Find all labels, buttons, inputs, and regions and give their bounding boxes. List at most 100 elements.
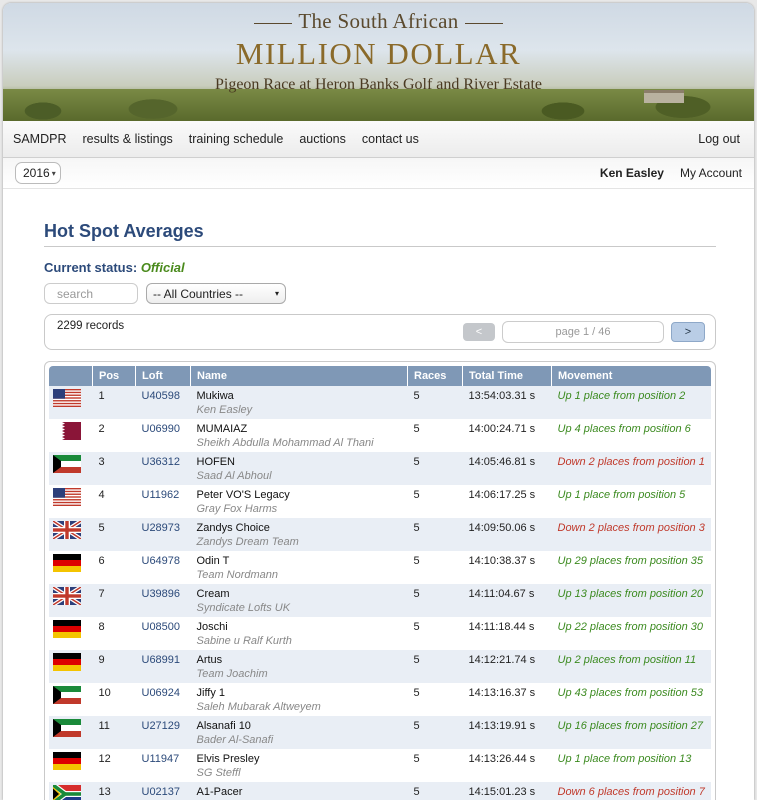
races-cell: 5	[413, 423, 420, 435]
logo-line-3: Pigeon Race at Heron Banks Golf and Rive…	[214, 76, 543, 93]
position-cell: 13	[98, 786, 111, 798]
search-input[interactable]: search	[44, 283, 138, 304]
loft-link[interactable]: U64978	[136, 551, 191, 584]
total-time-cell: 14:13:16.37 s	[468, 687, 536, 699]
user-name: Ken Easley	[599, 166, 664, 180]
pigeon-name[interactable]: Odin T	[197, 555, 407, 567]
loft-link[interactable]: U36312	[136, 452, 191, 485]
nav-auctions[interactable]: auctions	[299, 132, 346, 146]
total-time-cell: 14:11:04.67 s	[468, 588, 535, 600]
position-cell: 1	[98, 390, 105, 402]
position-cell: 6	[98, 555, 105, 567]
position-cell: 8	[98, 621, 105, 633]
next-page-button[interactable]: >	[671, 322, 705, 342]
name-cell: Alsanafi 10 Bader Al-Sanafi	[191, 716, 408, 749]
table-row[interactable]: 12 U11947 Elvis Presley SG Steffl 5 14:13:26.…	[49, 749, 711, 782]
country-flag-icon	[49, 683, 93, 716]
results-table: Pos Loft Name Races Total Time Movement …	[49, 366, 711, 800]
browser-window: The South African MILLION DOLLAR Pigeon …	[3, 3, 754, 800]
loft-link[interactable]: U27129	[136, 716, 191, 749]
loft-link[interactable]: U40598	[136, 386, 191, 419]
races-cell: 5	[413, 654, 420, 666]
table-row[interactable]: 13 U02137A1-PacerEngelbrecht Lofts 5 14:15:…	[49, 782, 711, 800]
races-cell: 5	[413, 753, 420, 765]
total-time-cell: 14:05:46.81 s	[468, 456, 536, 468]
country-select[interactable]: -- All Countries -- ▾	[146, 283, 286, 304]
owner-name: Sheikh Abdulla Mohammad Al Thani	[196, 437, 374, 449]
main-content: Hot Spot Averages Current status: Offici…	[3, 221, 754, 800]
pigeon-name[interactable]: HOFEN	[197, 456, 407, 468]
nav-contact-us[interactable]: contact us	[362, 132, 419, 146]
col-races[interactable]: Races	[407, 366, 463, 386]
col-name[interactable]: Name	[190, 366, 408, 386]
movement-cell: Up 13 places from position 20	[557, 588, 704, 600]
nav-results-listings[interactable]: results & listings	[82, 132, 172, 146]
pigeon-name[interactable]: Alsanafi 10	[197, 720, 407, 732]
col-movement[interactable]: Movement	[551, 366, 711, 386]
country-select-value: -- All Countries --	[153, 286, 244, 301]
pigeon-name[interactable]: A1-Pacer	[197, 786, 407, 798]
table-row[interactable]: 9 U68991 Artus Team Joachim 5 14:12:21.74 s Up…	[49, 650, 711, 683]
table-row[interactable]: 4 U11962 Peter VO'S Legacy Gray Fox Harms 5 1…	[49, 485, 711, 518]
pigeon-name[interactable]: Jiffy 1	[197, 687, 407, 699]
name-cell: Cream Syndicate Lofts UK	[191, 584, 408, 617]
col-loft[interactable]: Loft	[135, 366, 191, 386]
pigeon-name[interactable]: Cream	[197, 588, 407, 600]
table-row[interactable]: 1 U40598 Mukiwa Ken Easley 5 13:54:03.31 s Up …	[49, 386, 711, 419]
movement-cell: Down 2 places from position 1	[557, 456, 705, 468]
col-total-time[interactable]: Total Time	[462, 366, 552, 386]
pigeon-name[interactable]: MUMAIAZ	[197, 423, 407, 435]
loft-link[interactable]: U06924	[136, 683, 191, 716]
my-account-link[interactable]: My Account	[680, 166, 742, 180]
table-row[interactable]: 5 U28973 Zandys Choice Zandys Dream Team 5 14…	[49, 518, 711, 551]
site-logo[interactable]: The South African MILLION DOLLAR Pigeon …	[3, 9, 754, 94]
pigeon-name[interactable]: Elvis Presley	[197, 753, 407, 765]
table-row[interactable]: 6 U64978 Odin T Team Nordmann 5 14:10:38.37 s…	[49, 551, 711, 584]
table-row[interactable]: 3 U36312 HOFEN Saad Al Abhoul 5 14:05:46.81 s…	[49, 452, 711, 485]
table-row[interactable]: 7 U39896 Cream Syndicate Lofts UK 5 14:11:04.…	[49, 584, 711, 617]
name-cell: Mukiwa Ken Easley	[191, 386, 408, 419]
loft-link[interactable]: U11947	[136, 749, 191, 782]
loft-link[interactable]: U68991	[136, 650, 191, 683]
table-row[interactable]: 2 U06990 MUMAIAZ Sheikh Abdulla Mohammad Al…	[49, 419, 711, 452]
pigeon-name[interactable]: Zandys Choice	[197, 522, 407, 534]
logo-line-2: MILLION DOLLAR	[235, 36, 522, 71]
owner-name: Saad Al Abhoul	[196, 470, 272, 482]
nav-training-schedule[interactable]: training schedule	[189, 132, 284, 146]
page-input[interactable]: page 1 / 46	[502, 321, 664, 343]
pigeon-name[interactable]: Peter VO'S Legacy	[197, 489, 407, 501]
position-cell: 2	[98, 423, 105, 435]
table-row[interactable]: 8 U08500 Joschi Sabine u Ralf Kurth 5 14:11:1…	[49, 617, 711, 650]
chevron-down-icon: ▾	[274, 289, 279, 298]
logout-link[interactable]: Log out	[698, 132, 740, 146]
owner-name: Zandys Dream Team	[196, 536, 299, 548]
loft-link[interactable]: U02137	[136, 782, 191, 800]
name-cell: Zandys Choice Zandys Dream Team	[191, 518, 408, 551]
name-cell: Artus Team Joachim	[191, 650, 408, 683]
table-row[interactable]: 11 U27129 Alsanafi 10 Bader Al-Sanafi 5 14:13…	[49, 716, 711, 749]
year-value: 2016	[23, 166, 50, 180]
movement-cell: Up 4 places from position 6	[557, 423, 691, 435]
total-time-cell: 14:13:19.91 s	[468, 720, 536, 732]
loft-link[interactable]: U06990	[136, 419, 191, 452]
position-cell: 12	[98, 753, 111, 765]
movement-cell: Down 6 places from position 7	[557, 786, 705, 798]
loft-link[interactable]: U39896	[136, 584, 191, 617]
owner-name: Gray Fox Harms	[196, 503, 278, 515]
loft-link[interactable]: U28973	[136, 518, 191, 551]
table-row[interactable]: 10 U06924 Jiffy 1 Saleh Mubarak Altweyem 5 14…	[49, 683, 711, 716]
col-pos[interactable]: Pos	[92, 366, 136, 386]
records-bar: 2299 records < page 1 / 46 >	[44, 314, 716, 350]
races-cell: 5	[413, 555, 420, 567]
prev-page-button[interactable]: <	[463, 323, 495, 341]
loft-link[interactable]: U08500	[136, 617, 191, 650]
pigeon-name[interactable]: Joschi	[197, 621, 407, 633]
races-cell: 5	[413, 588, 420, 600]
loft-link[interactable]: U11962	[136, 485, 191, 518]
year-select[interactable]: 2016 ▾	[15, 162, 61, 184]
nav-samdpr[interactable]: SAMDPR	[13, 132, 66, 146]
name-cell: HOFEN Saad Al Abhoul	[191, 452, 408, 485]
pigeon-name[interactable]: Artus	[197, 654, 407, 666]
pigeon-name[interactable]: Mukiwa	[197, 390, 407, 402]
name-cell: Joschi Sabine u Ralf Kurth	[191, 617, 408, 650]
